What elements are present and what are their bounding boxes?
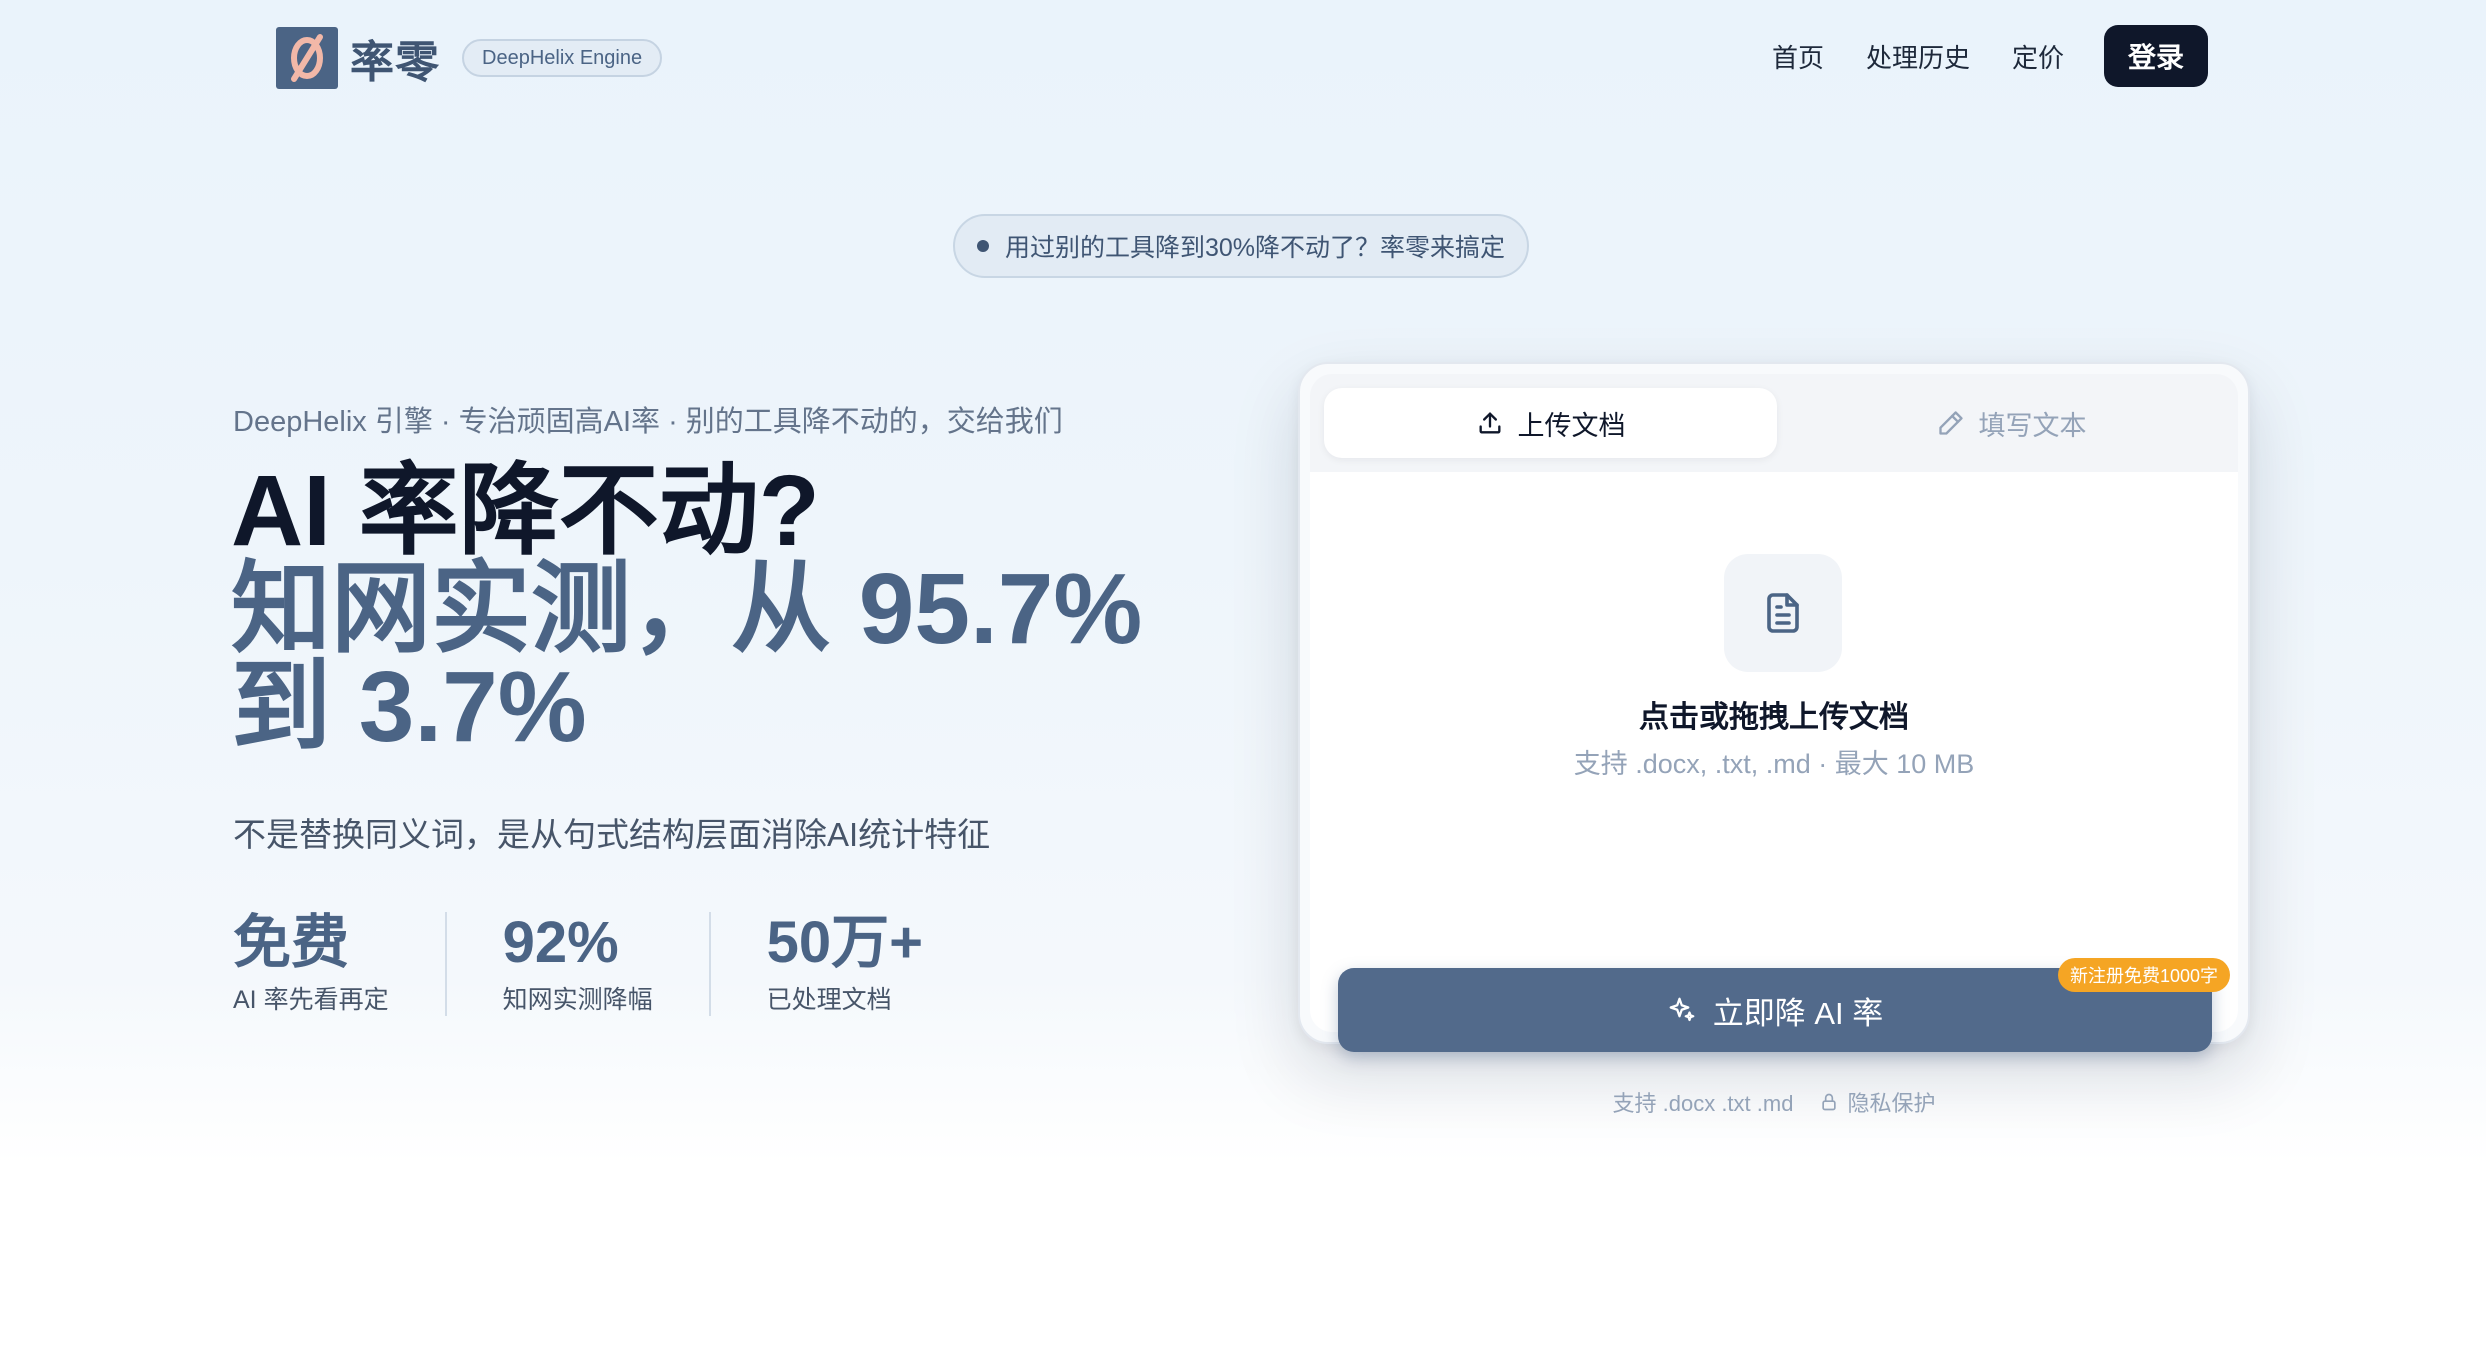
input-mode-tabs: 上传文档 填写文本 xyxy=(1310,374,2238,472)
tab-label: 填写文本 xyxy=(1978,410,2087,441)
login-button[interactable]: 登录 xyxy=(2104,25,2208,87)
document-icon xyxy=(1724,554,1842,672)
announcement-pill[interactable]: 用过别的工具降到30%降不动了？率零来搞定 xyxy=(953,214,1529,278)
headline-line-3: 到 3.7% xyxy=(231,651,587,763)
headline-line-2: 知网实测，从 95.7% xyxy=(231,553,1143,665)
file-drop-zone[interactable]: 点击或拖拽上传文档 支持 .docx, .txt, .md · 最大 10 MB… xyxy=(1310,472,2238,1116)
stat-value: 50万+ xyxy=(766,910,923,975)
stat-documents: 50万+ 已处理文档 xyxy=(767,912,923,1016)
stat-label: AI 率先看再定 xyxy=(233,986,389,1014)
supported-formats: 支持 .docx .txt .md xyxy=(1612,1091,1794,1116)
logo-text: 率零 xyxy=(350,38,440,87)
logo[interactable]: 率零 DeepHelix Engine xyxy=(276,26,663,90)
headline-line-1: AI 率降不动? xyxy=(231,455,820,567)
stat-free: 免费 AI 率先看再定 xyxy=(233,912,447,1016)
stat-reduction: 92% 知网实测降幅 xyxy=(503,912,711,1016)
cta-label: 立即降 AI 率 xyxy=(1712,995,1884,1031)
free-trial-badge: 新注册免费1000字 xyxy=(2058,958,2231,992)
sparkle-icon xyxy=(1669,997,1695,1022)
card-footer: 支持 .docx .txt .md 隐私保护 xyxy=(1310,1086,2238,1118)
hero-tagline: DeepHelix 引擎 · 专治顽固高AI率 · 别的工具降不动的，交给我们 xyxy=(233,406,1063,438)
stat-label: 已处理文档 xyxy=(766,986,892,1014)
nav-pricing[interactable]: 定价 xyxy=(2012,38,2064,75)
lock-icon xyxy=(1822,1093,1837,1111)
tab-label: 上传文档 xyxy=(1517,410,1626,441)
site-header: 率零 DeepHelix Engine 首页 处理历史 定价 登录 xyxy=(0,0,2486,112)
tab-enter-text[interactable]: 填写文本 xyxy=(1785,374,2238,472)
announcement-text: 用过别的工具降到30%降不动了？率零来搞定 xyxy=(1004,234,1506,262)
stats-row: 免费 AI 率先看再定 92% 知网实测降幅 50万+ 已处理文档 xyxy=(233,912,923,1016)
nav-home[interactable]: 首页 xyxy=(1772,38,1824,75)
upload-card: 上传文档 填写文本 点击或拖拽上传文档 支持 .docx, .txt, .md … xyxy=(1298,362,2250,1116)
hero-subline: 不是替换同义词，是从句式结构层面消除AI统计特征 xyxy=(233,816,991,853)
engine-badge: DeepHelix Engine xyxy=(462,39,663,77)
drop-title: 点击或拖拽上传文档 xyxy=(1639,701,1909,734)
stat-value: 92% xyxy=(502,910,619,975)
privacy-label: 隐私保护 xyxy=(1847,1091,1936,1116)
hero-headline: AI 率降不动? 知网实测，从 95.7% 到 3.7% xyxy=(231,455,1143,763)
pencil-icon xyxy=(1938,411,1963,435)
tab-upload-document[interactable]: 上传文档 xyxy=(1324,388,1777,458)
main-nav: 首页 处理历史 定价 登录 xyxy=(1772,25,2208,87)
stat-label: 知网实测降幅 xyxy=(502,986,653,1014)
logo-mark-icon xyxy=(276,27,338,89)
upload-icon xyxy=(1479,412,1500,434)
drop-hint: 支持 .docx, .txt, .md · 最大 10 MB xyxy=(1573,749,1975,779)
stat-value: 免费 xyxy=(233,910,350,975)
dot-icon xyxy=(976,240,989,252)
nav-history[interactable]: 处理历史 xyxy=(1866,38,1970,75)
